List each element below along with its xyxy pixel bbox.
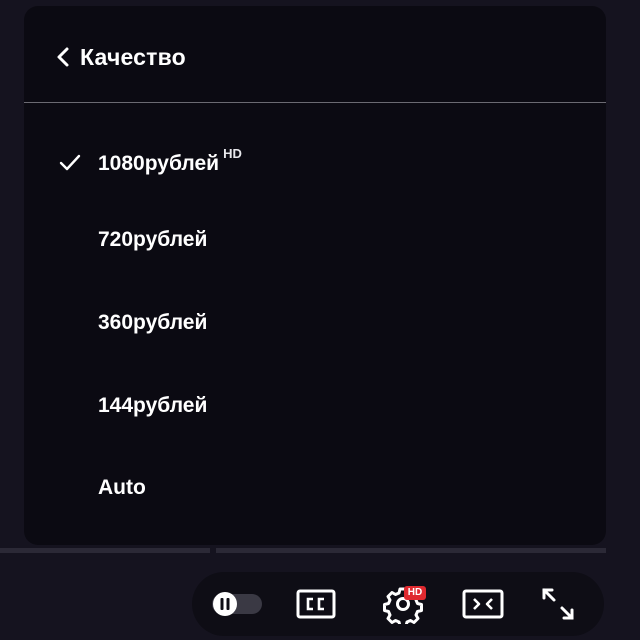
subtitles-button[interactable] <box>294 584 338 624</box>
quality-menu-header: Качество <box>24 6 606 103</box>
chevron-left-icon <box>54 46 72 68</box>
quality-option-label: 144рублей <box>98 394 208 417</box>
pause-toggle-icon <box>212 592 262 616</box>
back-button[interactable]: Качество <box>54 39 186 75</box>
closed-captions-icon <box>296 589 336 619</box>
settings-hd-badge: HD <box>404 586 426 600</box>
quality-option-auto[interactable]: Auto <box>24 456 606 520</box>
quality-option-label: Auto <box>98 476 146 499</box>
quality-menu-title: Качество <box>80 43 186 70</box>
quality-option-label: 1080рублей HD <box>98 146 242 175</box>
quality-option-label: 360рублей <box>98 311 208 334</box>
fullscreen-button[interactable] <box>538 584 578 624</box>
quality-option-label: 720рублей <box>98 228 208 251</box>
quality-option-720[interactable]: 720рублей <box>24 208 606 272</box>
quality-option-1080[interactable]: 1080рублей HD <box>24 131 606 195</box>
check-icon <box>58 153 82 173</box>
video-player: Качество 1080рублей HD 720рублей 360рубле… <box>0 0 640 640</box>
player-controls: HD <box>192 572 604 636</box>
hd-badge: HD <box>223 146 242 161</box>
progress-bar[interactable] <box>0 548 606 553</box>
progress-scrubber[interactable] <box>210 546 216 556</box>
miniplayer-icon <box>462 589 504 619</box>
autoplay-toggle[interactable] <box>210 590 264 618</box>
fullscreen-icon <box>542 588 574 620</box>
quality-option-360[interactable]: 360рублей <box>24 291 606 355</box>
miniplayer-button[interactable] <box>460 584 506 624</box>
quality-menu: Качество 1080рублей HD 720рублей 360рубле… <box>24 6 606 545</box>
quality-option-144[interactable]: 144рублей <box>24 374 606 438</box>
